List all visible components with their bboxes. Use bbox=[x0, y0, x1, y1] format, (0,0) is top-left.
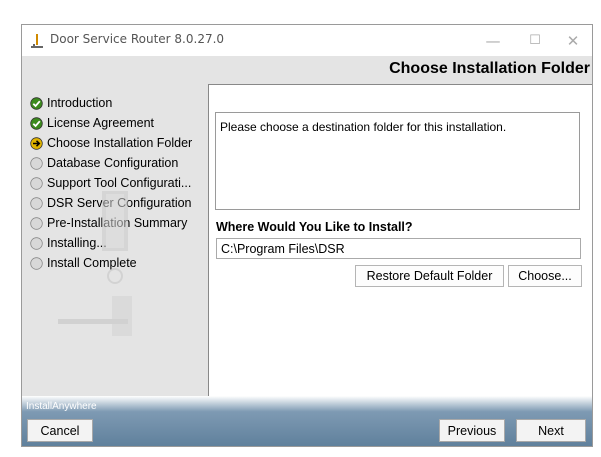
title-bar[interactable]: Door Service Router 8.0.27.0 — ☐ ✕ bbox=[22, 25, 592, 56]
step-item: Choose Installation Folder bbox=[30, 133, 192, 153]
door-handle-watermark-icon bbox=[58, 191, 132, 336]
step-label: Database Configuration bbox=[47, 156, 179, 170]
arrow-circle-icon bbox=[30, 136, 43, 150]
check-circle-icon bbox=[30, 96, 43, 110]
empty-circle-icon bbox=[30, 236, 43, 250]
step-label: Choose Installation Folder bbox=[47, 136, 193, 150]
cancel-button[interactable]: Cancel bbox=[27, 419, 93, 442]
choose-button[interactable]: Choose... bbox=[508, 265, 582, 287]
steps-panel: Introduction License Agreement Choose Inst… bbox=[22, 56, 208, 421]
next-button[interactable]: Next bbox=[516, 419, 586, 442]
page-title: Choose Installation Folder bbox=[389, 60, 590, 77]
install-location-label: Where Would You Like to Install? bbox=[216, 220, 413, 234]
step-label: License Agreement bbox=[47, 116, 155, 130]
install-path-input[interactable] bbox=[216, 238, 581, 259]
restore-default-folder-button[interactable]: Restore Default Folder bbox=[355, 265, 504, 287]
installer-window: Door Service Router 8.0.27.0 — ☐ ✕ Intro… bbox=[21, 24, 593, 447]
empty-circle-icon bbox=[30, 256, 43, 270]
step-item: Database Configuration bbox=[30, 153, 192, 173]
minimize-button[interactable]: — bbox=[474, 25, 512, 56]
previous-button[interactable]: Previous bbox=[439, 419, 505, 442]
description-text: Please choose a destination folder for t… bbox=[220, 120, 507, 134]
step-item: Introduction bbox=[30, 93, 192, 113]
step-label: Introduction bbox=[47, 96, 113, 110]
check-circle-icon bbox=[30, 116, 43, 130]
step-item: License Agreement bbox=[30, 113, 192, 133]
maximize-button[interactable]: ☐ bbox=[516, 25, 554, 56]
empty-circle-icon bbox=[30, 196, 43, 210]
content-panel: Please choose a destination folder for t… bbox=[208, 84, 592, 421]
installanywhere-label: InstallAnywhere bbox=[26, 401, 97, 412]
app-icon bbox=[31, 34, 43, 48]
window-title: Door Service Router 8.0.27.0 bbox=[50, 32, 225, 46]
empty-circle-icon bbox=[30, 176, 43, 190]
empty-circle-icon bbox=[30, 216, 43, 230]
close-button[interactable]: ✕ bbox=[554, 25, 592, 56]
description-box: Please choose a destination folder for t… bbox=[215, 112, 580, 210]
footer-bar bbox=[22, 396, 592, 446]
empty-circle-icon bbox=[30, 156, 43, 170]
